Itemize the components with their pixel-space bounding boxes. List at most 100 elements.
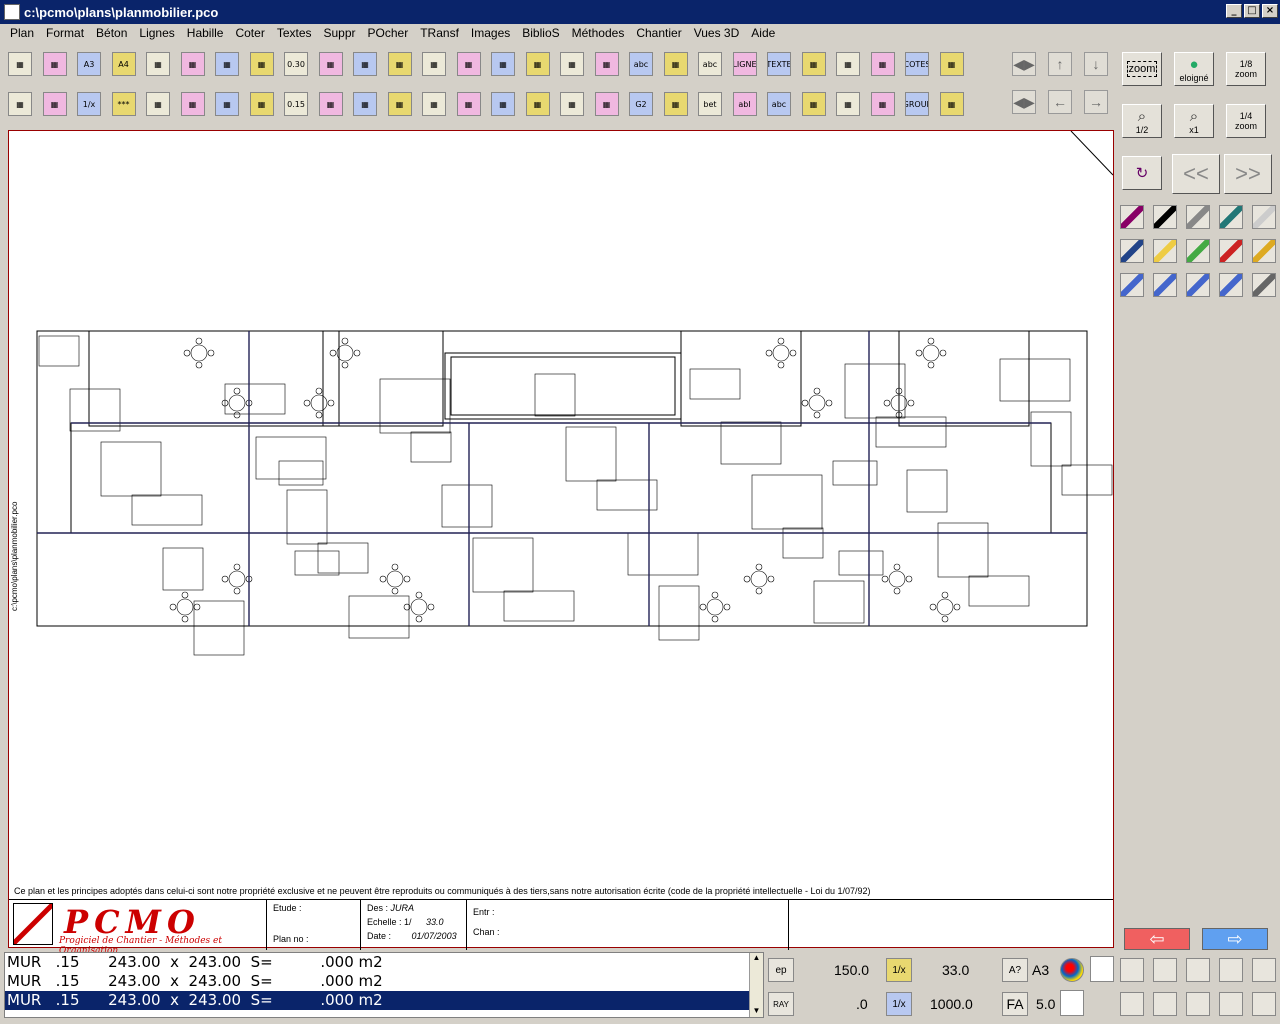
tb1-tool-3[interactable]: A4 xyxy=(111,52,136,76)
tb1-tool-4[interactable]: ▦ xyxy=(146,52,170,76)
tb1-tool-9[interactable]: ▦ xyxy=(318,52,343,76)
tb1-tool-15[interactable]: ▦ xyxy=(525,52,550,76)
tb1-tool-0[interactable]: ▦ xyxy=(8,52,32,76)
tb2-tool-14[interactable]: ▦ xyxy=(491,92,515,116)
right-tool-5[interactable] xyxy=(1120,239,1144,263)
tb2-tool-9[interactable]: ▦ xyxy=(318,92,343,116)
fa-button[interactable]: FA xyxy=(1002,992,1028,1016)
tb2-tool-2[interactable]: 1/x xyxy=(77,92,101,116)
tb2-tool-20[interactable]: bet xyxy=(698,92,722,116)
menu-6[interactable]: Textes xyxy=(271,26,318,40)
tb1-tool-11[interactable]: ▦ xyxy=(387,52,412,76)
right-tool-2[interactable] xyxy=(1186,205,1210,229)
tb2-tool-6[interactable]: ▦ xyxy=(215,92,239,116)
tb2-tool-25[interactable]: ▦ xyxy=(870,92,895,116)
ratio-button-2[interactable]: 1/x xyxy=(886,992,912,1016)
tb2-tool-7[interactable]: ▦ xyxy=(249,92,274,116)
arrow-up-icon[interactable]: ↑ xyxy=(1048,52,1072,76)
scroll-up-icon[interactable]: ▲ xyxy=(750,953,763,962)
snap-tool-6[interactable] xyxy=(1153,992,1177,1016)
right-tool-11[interactable] xyxy=(1153,273,1177,297)
minimize-button[interactable]: _ xyxy=(1226,4,1242,18)
tb2-tool-23[interactable]: ▦ xyxy=(801,92,826,116)
scroll-down-icon[interactable]: ▼ xyxy=(750,1006,763,1015)
menu-13[interactable]: Chantier xyxy=(630,26,687,40)
list-scrollbar[interactable]: ▲ ▼ xyxy=(749,953,763,1017)
tb1-tool-8[interactable]: 0.30 xyxy=(284,52,308,76)
menu-3[interactable]: Lignes xyxy=(133,26,180,40)
ep-button[interactable]: ep xyxy=(768,958,794,982)
menu-12[interactable]: Méthodes xyxy=(566,26,631,40)
tb2-tool-17[interactable]: ▦ xyxy=(594,92,619,116)
tb1-tool-6[interactable]: ▦ xyxy=(215,52,239,76)
menu-2[interactable]: Béton xyxy=(90,26,133,40)
zoom-quarter-button[interactable]: 1/4 zoom xyxy=(1226,104,1266,138)
snap-tool-4[interactable] xyxy=(1252,958,1276,982)
arrow-right-icon[interactable]: → xyxy=(1084,90,1108,114)
menu-15[interactable]: Aide xyxy=(745,26,781,40)
tb2-tool-4[interactable]: ▦ xyxy=(146,92,170,116)
right-tool-4[interactable] xyxy=(1252,205,1276,229)
menu-7[interactable]: Suppr xyxy=(318,26,362,40)
undo-arrow-button[interactable]: ⇦ xyxy=(1124,928,1190,950)
zoom-half-button[interactable]: ⌕ 1/2 xyxy=(1122,104,1162,138)
tb1-tool-1[interactable]: ▦ xyxy=(42,52,67,76)
menu-5[interactable]: Coter xyxy=(229,26,270,40)
color-wheel-icon[interactable] xyxy=(1060,958,1084,982)
tb1-tool-25[interactable]: ▦ xyxy=(870,52,895,76)
tb2-tool-22[interactable]: abc xyxy=(767,92,791,116)
tb2-tool-16[interactable]: ▦ xyxy=(560,92,584,116)
tb2-tool-10[interactable]: ▦ xyxy=(353,92,377,116)
right-tool-6[interactable] xyxy=(1153,239,1177,263)
ray-button[interactable]: RAY xyxy=(768,992,794,1016)
right-tool-10[interactable] xyxy=(1120,273,1144,297)
tb1-tool-10[interactable]: ▦ xyxy=(353,52,377,76)
arrow-down-icon[interactable]: ↓ xyxy=(1084,52,1108,76)
right-tool-3[interactable] xyxy=(1219,205,1243,229)
snap-tool-7[interactable] xyxy=(1186,992,1210,1016)
pan-left-right-button[interactable]: ◀▶ xyxy=(1012,52,1036,76)
tb2-tool-12[interactable]: ▦ xyxy=(422,92,446,116)
snap-tool-1[interactable] xyxy=(1153,958,1177,982)
right-tool-7[interactable] xyxy=(1186,239,1210,263)
right-tool-9[interactable] xyxy=(1252,239,1276,263)
tb1-tool-21[interactable]: LIGNE xyxy=(732,52,757,76)
tb1-tool-27[interactable]: ▦ xyxy=(939,52,964,76)
menu-8[interactable]: POcher xyxy=(362,26,415,40)
tb1-tool-24[interactable]: ▦ xyxy=(836,52,860,76)
tb1-tool-12[interactable]: ▦ xyxy=(422,52,446,76)
arrow-left-icon[interactable]: ← xyxy=(1048,90,1072,114)
snap-tool-5[interactable] xyxy=(1120,992,1144,1016)
right-tool-12[interactable] xyxy=(1186,273,1210,297)
right-tool-1[interactable] xyxy=(1153,205,1177,229)
tb2-tool-15[interactable]: ▦ xyxy=(525,92,550,116)
zoom-x1-button[interactable]: ⌕ x1 xyxy=(1174,104,1214,138)
refresh-button[interactable]: ↻ xyxy=(1122,156,1162,190)
tb1-tool-26[interactable]: COTES xyxy=(905,52,929,76)
tb2-tool-26[interactable]: GROUP xyxy=(905,92,929,116)
right-tool-8[interactable] xyxy=(1219,239,1243,263)
tb1-tool-14[interactable]: ▦ xyxy=(491,52,515,76)
tb2-tool-24[interactable]: ▦ xyxy=(836,92,860,116)
tb2-tool-19[interactable]: ▦ xyxy=(663,92,688,116)
close-button[interactable]: × xyxy=(1262,4,1278,18)
previous-button[interactable]: << xyxy=(1172,154,1220,194)
entity-list[interactable]: MUR .15 243.00 x 243.00 S= .000 m2 MUR .… xyxy=(4,952,764,1018)
snap-tool-2[interactable] xyxy=(1186,958,1210,982)
text-style-button[interactable]: A? xyxy=(1002,958,1028,982)
eloigne-button[interactable]: ● eloigné xyxy=(1174,52,1214,86)
tb1-tool-17[interactable]: ▦ xyxy=(594,52,619,76)
tb1-tool-23[interactable]: ▦ xyxy=(801,52,826,76)
snap-tool-3[interactable] xyxy=(1219,958,1243,982)
snap-tool-0[interactable] xyxy=(1120,958,1144,982)
zoom-eighth-button[interactable]: 1/8 zoom xyxy=(1226,52,1266,86)
tb1-tool-16[interactable]: ▦ xyxy=(560,52,584,76)
snap-tool-8[interactable] xyxy=(1219,992,1243,1016)
zoom-button[interactable]: zoom xyxy=(1122,52,1162,86)
menu-11[interactable]: BiblioS xyxy=(516,26,565,40)
drawing-canvas[interactable]: c:\pcmo\plans\planmobilier.pco Ce plan e… xyxy=(8,130,1114,956)
tb1-tool-5[interactable]: ▦ xyxy=(180,52,205,76)
color-swatch-2[interactable] xyxy=(1060,990,1084,1016)
snap-tool-9[interactable] xyxy=(1252,992,1276,1016)
menu-0[interactable]: Plan xyxy=(4,26,40,40)
